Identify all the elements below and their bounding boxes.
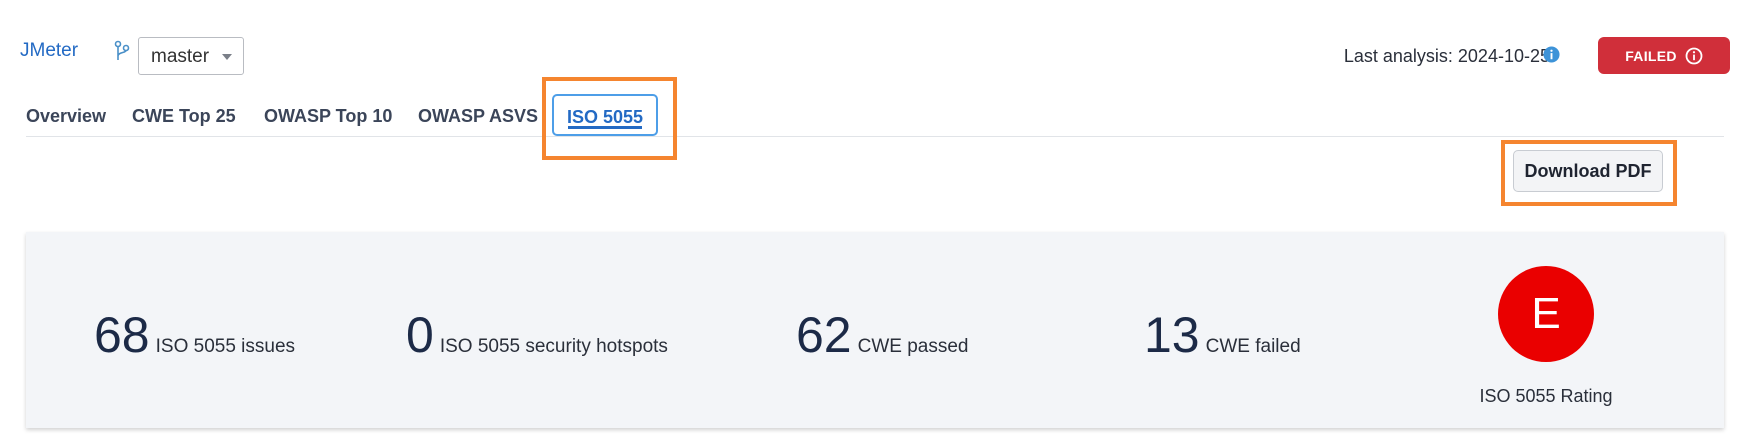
tab-owasp-top-10[interactable]: OWASP Top 10 xyxy=(264,106,392,127)
tab-iso-5055[interactable]: ISO 5055 xyxy=(552,94,658,136)
branch-select-value: master xyxy=(151,46,210,67)
tab-cwe-top-25[interactable]: CWE Top 25 xyxy=(132,106,236,127)
metric-cwe-failed-label: CWE failed xyxy=(1205,336,1301,357)
last-analysis-text: Last analysis: 2024-10-25 xyxy=(1343,46,1550,66)
metric-cwe-failed-value: 13 xyxy=(1144,307,1200,363)
summary-card: 68 ISO 5055 issues 0 ISO 5055 security h… xyxy=(26,232,1724,428)
rating-badge[interactable]: E xyxy=(1498,266,1594,362)
info-icon[interactable] xyxy=(1543,46,1560,63)
rating-label: ISO 5055 Rating xyxy=(1479,386,1613,406)
metric-hotspots: 0 ISO 5055 security hotspots xyxy=(406,310,668,360)
download-pdf-button[interactable]: Download PDF xyxy=(1513,150,1663,192)
project-link[interactable]: JMeter xyxy=(20,40,78,62)
branch-select[interactable]: master xyxy=(138,37,244,75)
info-circle-icon xyxy=(1685,47,1703,64)
metric-cwe-passed-value: 62 xyxy=(796,307,852,363)
status-badge[interactable]: FAILED xyxy=(1598,37,1730,74)
metric-cwe-passed: 62 CWE passed xyxy=(796,310,969,360)
metric-issues-value: 68 xyxy=(94,307,150,363)
metric-issues: 68 ISO 5055 issues xyxy=(94,310,295,360)
status-badge-label: FAILED xyxy=(1625,47,1677,64)
tab-iso-5055-label: ISO 5055 xyxy=(566,107,644,127)
page: JMeter master Last analysis: 2024-10-25 … xyxy=(0,0,1750,448)
metric-cwe-failed: 13 CWE failed xyxy=(1144,310,1301,360)
chevron-down-icon xyxy=(222,54,232,60)
tab-overview[interactable]: Overview xyxy=(26,106,106,127)
tab-owasp-asvs[interactable]: OWASP ASVS xyxy=(418,106,538,127)
metric-issues-label: ISO 5055 issues xyxy=(155,336,296,357)
branch-icon xyxy=(114,40,130,60)
active-tab-indicator xyxy=(568,126,642,129)
metric-hotspots-value: 0 xyxy=(406,307,434,363)
metric-cwe-passed-label: CWE passed xyxy=(857,336,969,357)
metric-hotspots-label: ISO 5055 security hotspots xyxy=(439,336,668,357)
tab-bar: Overview CWE Top 25 OWASP Top 10 OWASP A… xyxy=(26,92,1724,137)
